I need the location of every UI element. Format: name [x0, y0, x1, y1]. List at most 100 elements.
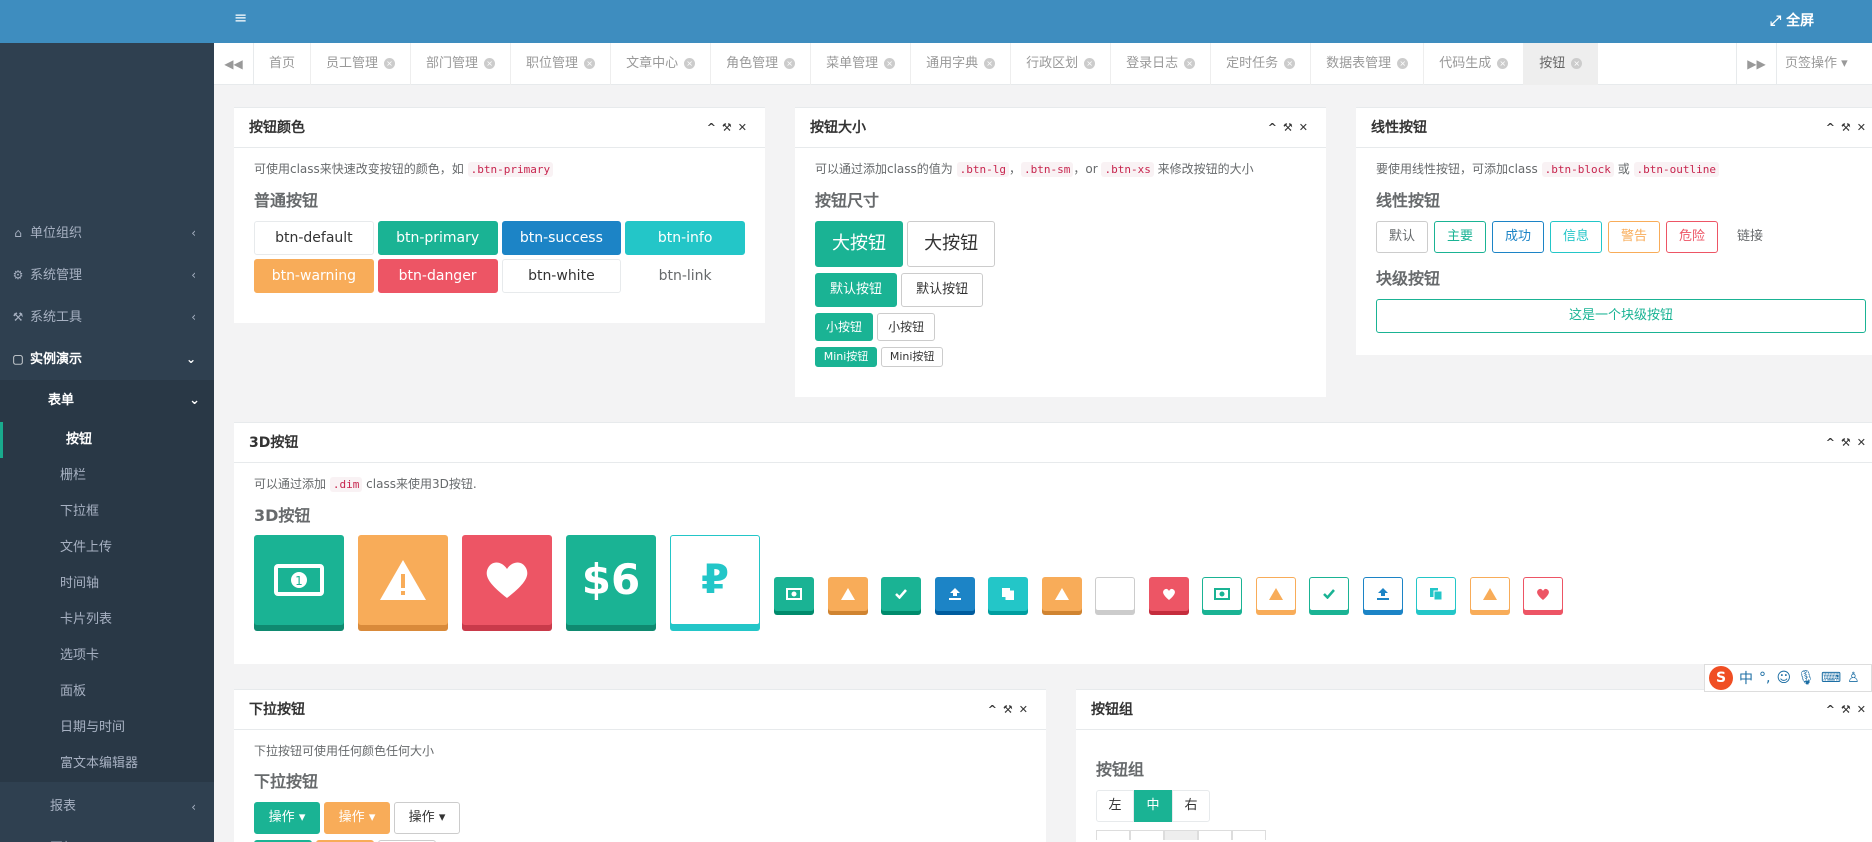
close-icon[interactable]: ✕: [738, 121, 753, 134]
tab-12[interactable]: 代码生成 ×: [1424, 43, 1525, 85]
sogou-logo-icon[interactable]: S: [1709, 666, 1733, 690]
group-partial-button[interactable]: [1130, 830, 1164, 840]
small-3d-warning-button[interactable]: [1041, 577, 1082, 611]
wrench-icon[interactable]: ⚒: [1841, 121, 1857, 134]
tab-7[interactable]: 通用字典 ×: [911, 43, 1012, 85]
block-button[interactable]: 这是一个块级按钮: [1376, 299, 1866, 333]
dropdown-white-button[interactable]: 操作 ▾: [394, 802, 460, 834]
fullscreen-button[interactable]: ⤢ 全屏: [1770, 10, 1814, 30]
group-partial-button[interactable]: [1198, 830, 1232, 840]
tab-close-icon[interactable]: ×: [1184, 58, 1196, 69]
keyboard-icon[interactable]: ⌨: [1821, 670, 1841, 686]
tab-13[interactable]: 按钮 ×: [1524, 43, 1599, 85]
btn-default-button[interactable]: btn-default: [254, 221, 374, 255]
menu-toggle-icon[interactable]: ≡: [234, 8, 247, 27]
collapse-icon[interactable]: ^: [707, 121, 722, 134]
close-icon[interactable]: ✕: [1299, 121, 1314, 134]
large-white-button[interactable]: 大按钮: [907, 221, 996, 267]
close-icon[interactable]: ✕: [1019, 703, 1034, 716]
small-3d-warning-button[interactable]: [1255, 577, 1296, 611]
tab-10[interactable]: 定时任务 ×: [1211, 43, 1312, 85]
ime-language-toggle[interactable]: 中: [1739, 668, 1753, 688]
tab-8[interactable]: 行政区划 ×: [1011, 43, 1112, 85]
tab-close-icon[interactable]: ×: [1084, 58, 1096, 69]
tab-1[interactable]: 员工管理 ×: [311, 43, 412, 85]
punctuation-icon[interactable]: °,: [1759, 670, 1770, 686]
tab-close-icon[interactable]: ×: [1497, 58, 1509, 69]
tab-close-icon[interactable]: ×: [1571, 58, 1583, 69]
group-left-button[interactable]: 左: [1096, 790, 1134, 822]
btn-white-button[interactable]: btn-white: [501, 259, 622, 293]
user-icon[interactable]: ♙: [1847, 670, 1860, 686]
collapse-icon[interactable]: ^: [1826, 703, 1841, 716]
group-right-button[interactable]: 右: [1172, 790, 1210, 822]
collapse-icon[interactable]: ^: [1268, 121, 1283, 134]
sidebar-subitem-grid[interactable]: 栅栏: [0, 458, 214, 494]
tab-2[interactable]: 部门管理 ×: [411, 43, 512, 85]
small-3d-copy-button[interactable]: [988, 577, 1028, 611]
tab-close-icon[interactable]: ×: [784, 58, 796, 69]
sidebar-item-tools[interactable]: ⚒ 系统工具 ‹: [0, 296, 214, 338]
tab-close-icon[interactable]: ×: [884, 58, 896, 69]
tab-6[interactable]: 菜单管理 ×: [811, 43, 912, 85]
sidebar-subitem-upload[interactable]: 文件上传: [0, 530, 214, 566]
btn-success-button[interactable]: btn-success: [501, 221, 622, 255]
tab-11[interactable]: 数据表管理 ×: [1311, 43, 1425, 85]
tab-4[interactable]: 文章中心 ×: [611, 43, 712, 85]
sidebar-item-icons[interactable]: 图标‹: [0, 828, 214, 842]
wrench-icon[interactable]: ⚒: [722, 121, 738, 134]
tab-9[interactable]: 登录日志 ×: [1111, 43, 1212, 85]
btn-danger-button[interactable]: btn-danger: [377, 259, 498, 293]
sidebar-subitem-tabs[interactable]: 选项卡: [0, 638, 214, 674]
3d-heart-button[interactable]: [462, 535, 552, 625]
btn-primary-button[interactable]: btn-primary: [377, 221, 498, 255]
group-middle-button[interactable]: 中: [1134, 790, 1172, 822]
wrench-icon[interactable]: ⚒: [1841, 703, 1857, 716]
microphone-icon[interactable]: 🎙: [1797, 670, 1815, 686]
sidebar-subitem-select[interactable]: 下拉框: [0, 494, 214, 530]
tab-close-icon[interactable]: ×: [984, 58, 996, 69]
group-partial-button[interactable]: [1096, 830, 1130, 840]
default-primary-button[interactable]: 默认按钮: [815, 273, 897, 307]
sidebar-item-reports[interactable]: 报表 ‹: [0, 786, 214, 828]
small-3d-heart-button[interactable]: [1148, 577, 1189, 611]
outline-link-button[interactable]: 链接: [1724, 221, 1776, 253]
small-3d-warning-button[interactable]: [827, 577, 868, 611]
small-3d-warning-button[interactable]: [1469, 577, 1510, 611]
close-icon[interactable]: ✕: [1857, 703, 1872, 716]
tabs-scroll-left-button[interactable]: ◀◀: [214, 43, 254, 85]
small-3d-money-button[interactable]: [774, 577, 814, 611]
tab-close-icon[interactable]: ×: [1284, 58, 1296, 69]
outline-default-button[interactable]: 默认: [1376, 221, 1428, 253]
tab-close-icon[interactable]: ×: [484, 58, 496, 69]
wrench-icon[interactable]: ⚒: [1283, 121, 1299, 134]
close-icon[interactable]: ✕: [1857, 436, 1872, 449]
small-primary-button[interactable]: 小按钮: [815, 313, 873, 341]
group-partial-button[interactable]: [1164, 830, 1198, 840]
3d-money-button[interactable]: 1: [254, 535, 344, 625]
default-white-button[interactable]: 默认按钮: [901, 273, 984, 307]
tab-5[interactable]: 角色管理 ×: [711, 43, 812, 85]
collapse-icon[interactable]: ^: [1826, 121, 1841, 134]
btn-info-button[interactable]: btn-info: [625, 221, 745, 255]
outline-success-button[interactable]: 成功: [1492, 221, 1544, 253]
tab-3[interactable]: 职位管理 ×: [511, 43, 612, 85]
wrench-icon[interactable]: ⚒: [1003, 703, 1019, 716]
small-3d-money-button[interactable]: [1202, 577, 1242, 611]
sidebar-subitem-datetime[interactable]: 日期与时间: [0, 710, 214, 746]
small-3d-heart-button[interactable]: [1523, 577, 1563, 611]
outline-info-button[interactable]: 信息: [1550, 221, 1602, 253]
mini-primary-button[interactable]: Mini按钮: [815, 347, 877, 367]
wrench-icon[interactable]: ⚒: [1841, 436, 1857, 449]
btn-warning-button[interactable]: btn-warning: [254, 259, 374, 293]
sidebar-group-form[interactable]: 表单 ⌄: [0, 380, 214, 422]
small-3d-copy-button[interactable]: [1416, 577, 1456, 611]
sidebar-subitem-buttons[interactable]: 按钮: [0, 422, 214, 458]
tab-close-icon[interactable]: ×: [384, 58, 396, 69]
small-white-button[interactable]: 小按钮: [877, 313, 936, 341]
sidebar-item-org[interactable]: ⌂ 单位组织 ‹: [0, 212, 214, 254]
outline-primary-button[interactable]: 主要: [1434, 221, 1486, 253]
3d-dollar-button[interactable]: $6: [566, 535, 656, 625]
outline-warning-button[interactable]: 警告: [1608, 221, 1660, 253]
tab-close-icon[interactable]: ×: [1397, 58, 1409, 69]
